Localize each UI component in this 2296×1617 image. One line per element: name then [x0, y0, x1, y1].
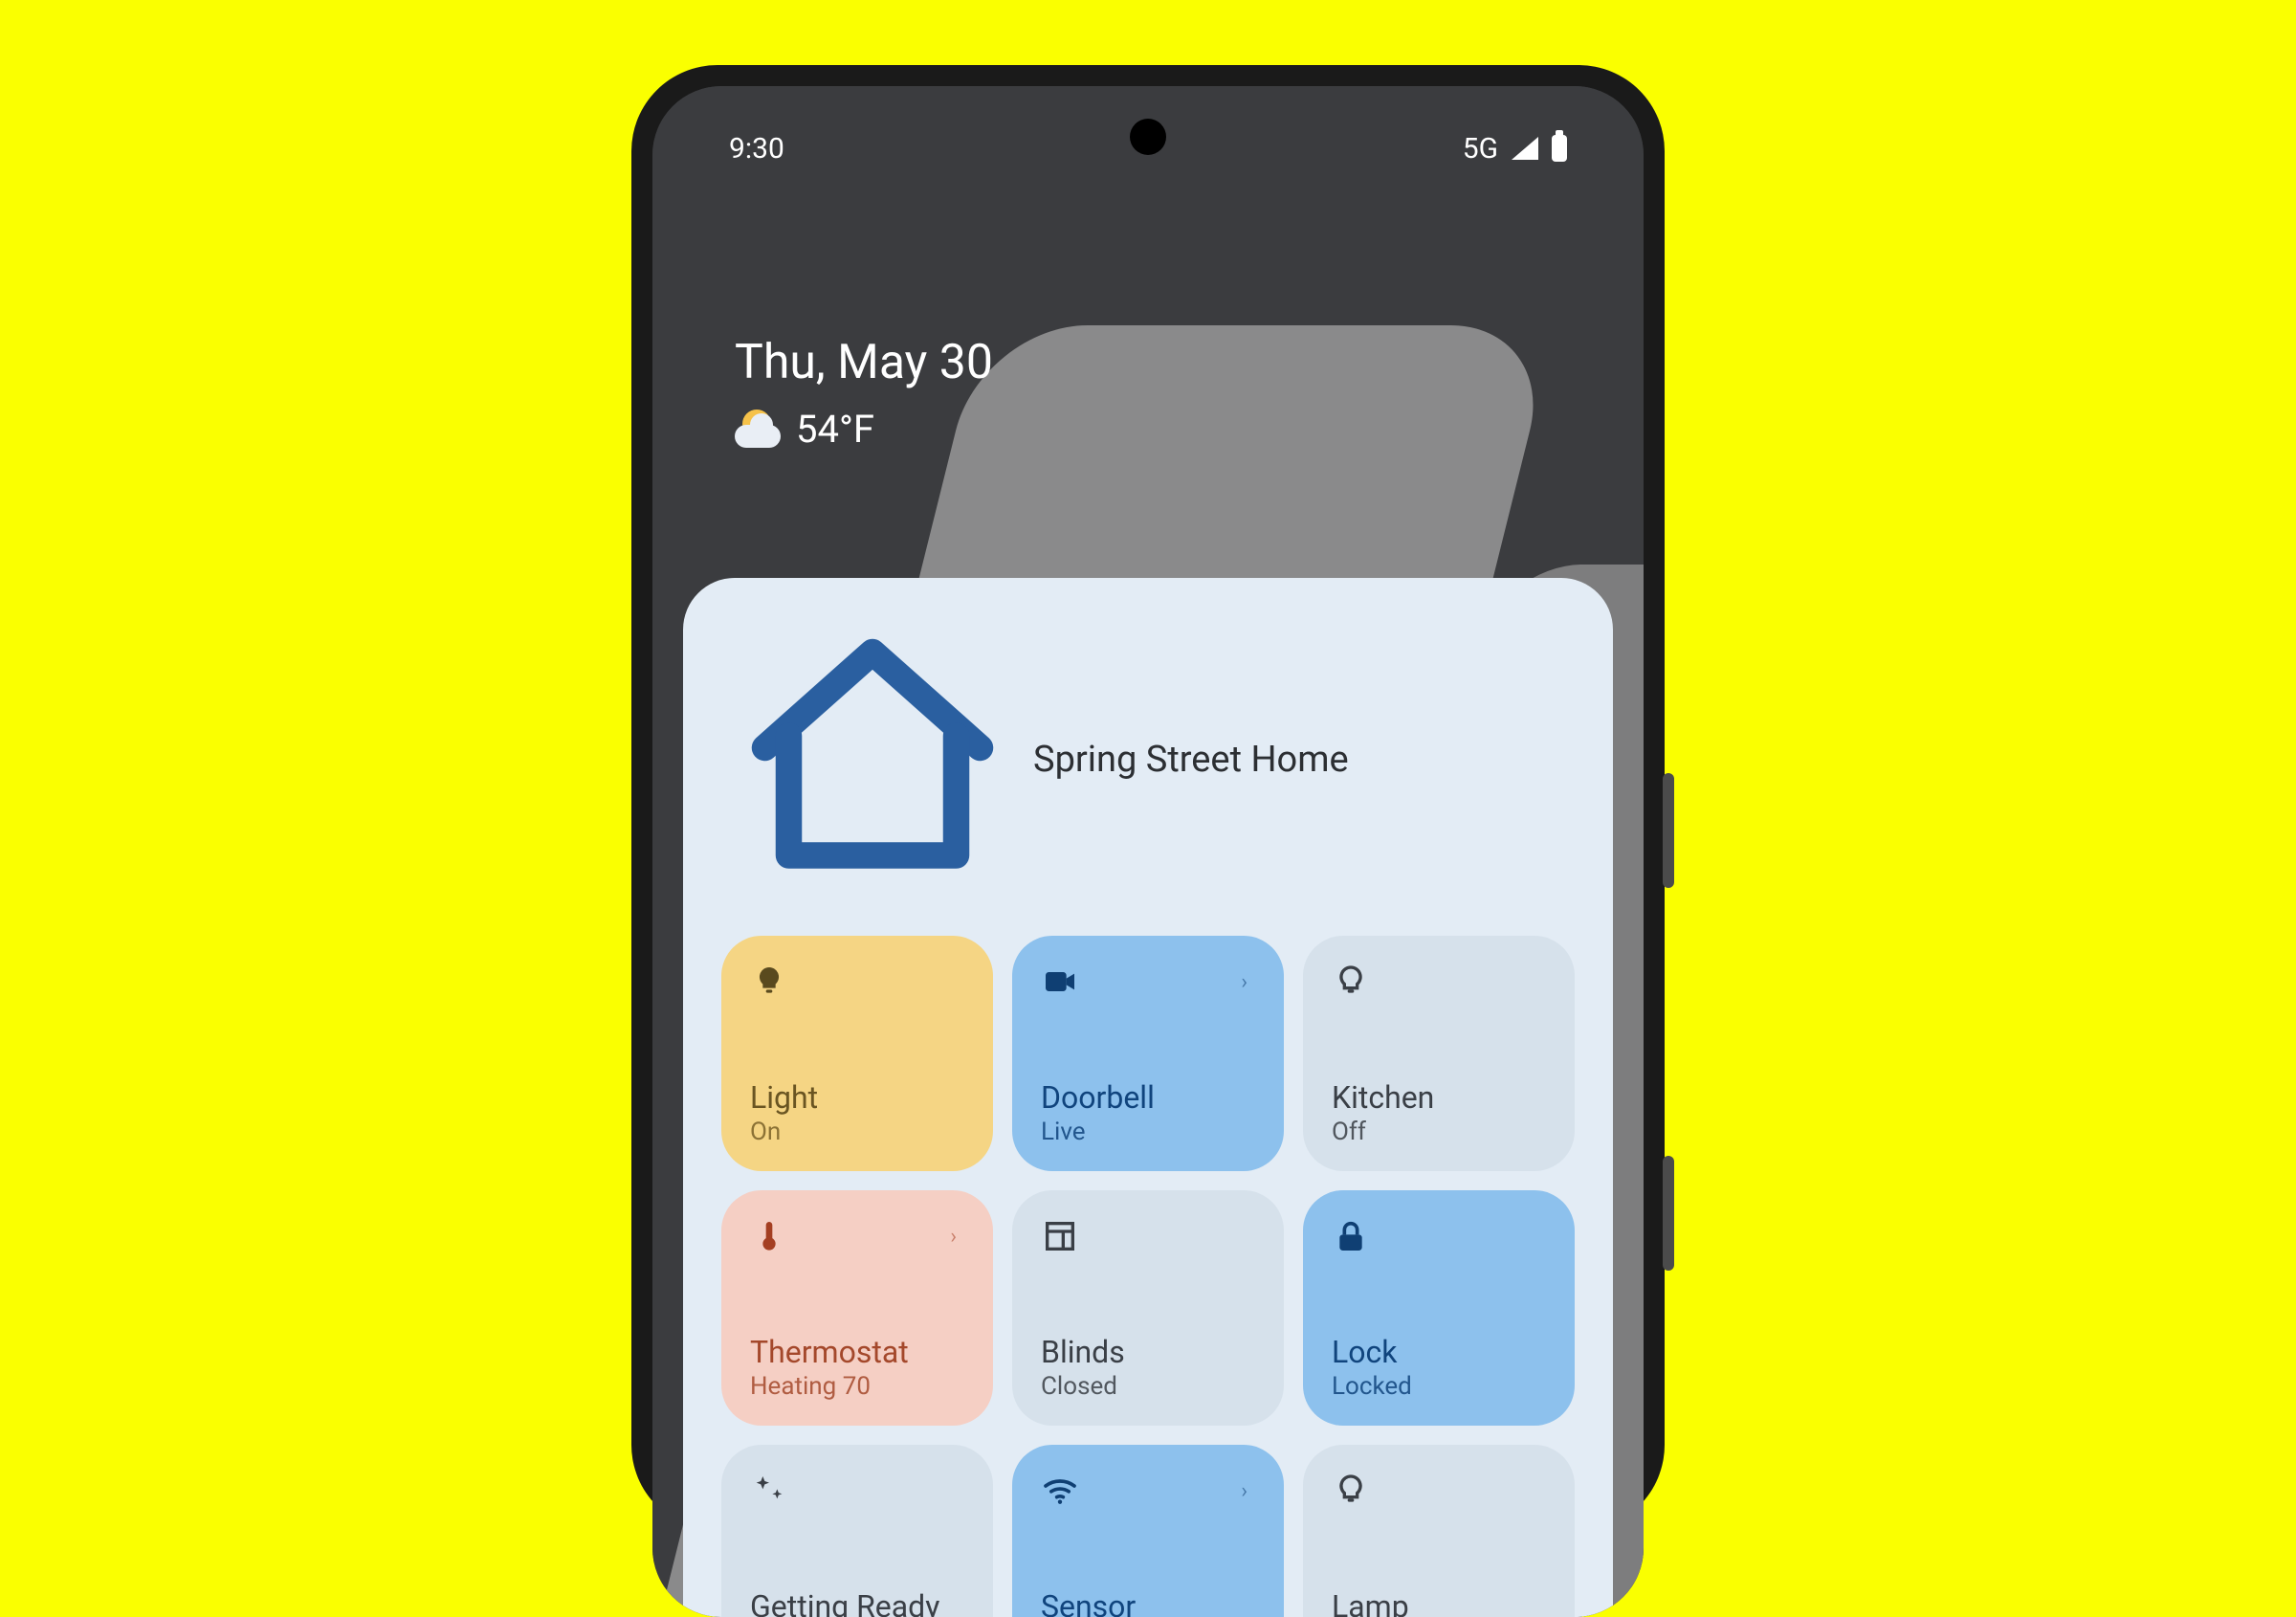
tile-name: Lamp [1332, 1588, 1546, 1617]
date-text: Thu, May 30 [735, 335, 993, 390]
home-widget[interactable]: Spring Street Home LightOn › DoorbellLive K… [683, 578, 1613, 1617]
tile-name: Sensor [1041, 1588, 1255, 1617]
tile-light[interactable]: LightOn [721, 936, 993, 1171]
tile-name: Light [750, 1079, 964, 1116]
wifi-icon [1041, 1472, 1079, 1510]
date-weather-block[interactable]: Thu, May 30 54°F [735, 335, 993, 452]
tile-kitchen[interactable]: KitchenOff [1303, 936, 1575, 1171]
lightbulb-out-icon [1332, 1472, 1370, 1510]
phone-frame: 9:30 5G Thu, May 30 54°F [631, 65, 1665, 1531]
tile-getting-ready[interactable]: Getting Ready2 actions [721, 1445, 993, 1617]
lightbulb-icon [750, 963, 788, 1001]
side-button [1663, 1156, 1674, 1271]
tile-name: Doorbell [1041, 1079, 1255, 1116]
tile-blinds[interactable]: BlindsClosed [1012, 1190, 1284, 1426]
tile-status: Off [1332, 1118, 1546, 1146]
camera-hole [1130, 119, 1166, 155]
tile-name: Lock [1332, 1334, 1546, 1370]
tile-status: Live [1041, 1118, 1255, 1146]
home-icon [729, 616, 1016, 903]
chevron-right-icon: › [950, 1225, 957, 1249]
tile-lamp[interactable]: LampOff [1303, 1445, 1575, 1617]
tile-name: Thermostat [750, 1334, 964, 1370]
sparkles-icon [750, 1472, 788, 1510]
weather-icon [735, 406, 781, 452]
tile-lock[interactable]: LockLocked [1303, 1190, 1575, 1426]
lightbulb-out-icon [1332, 963, 1370, 1001]
lock-icon [1332, 1217, 1370, 1255]
signal-icon [1512, 137, 1538, 160]
tile-name: Kitchen [1332, 1079, 1546, 1116]
tile-name: Getting Ready [750, 1588, 964, 1617]
tile-doorbell[interactable]: › DoorbellLive [1012, 936, 1284, 1171]
tile-name: Blinds [1041, 1334, 1255, 1370]
temperature-text: 54°F [796, 407, 874, 452]
status-time: 9:30 [729, 132, 784, 166]
chevron-right-icon: › [1241, 1479, 1247, 1503]
battery-icon [1552, 135, 1567, 162]
thermometer-icon [750, 1217, 788, 1255]
tile-status: Heating 70 [750, 1372, 964, 1401]
tile-status: Locked [1332, 1372, 1546, 1401]
blinds-icon [1041, 1217, 1079, 1255]
tile-thermostat[interactable]: › ThermostatHeating 70 [721, 1190, 993, 1426]
network-label: 5G [1463, 132, 1498, 166]
chevron-right-icon: › [1241, 970, 1247, 994]
tile-sensor[interactable]: ›Sensor68°F [1012, 1445, 1284, 1617]
side-button [1663, 773, 1674, 888]
tile-status: On [750, 1118, 964, 1146]
widget-title: Spring Street Home [1033, 739, 1349, 781]
tile-status: Closed [1041, 1372, 1255, 1401]
camera-icon [1041, 963, 1079, 1001]
phone-screen: 9:30 5G Thu, May 30 54°F [652, 86, 1644, 1617]
widget-header[interactable]: Spring Street Home [721, 616, 1575, 903]
